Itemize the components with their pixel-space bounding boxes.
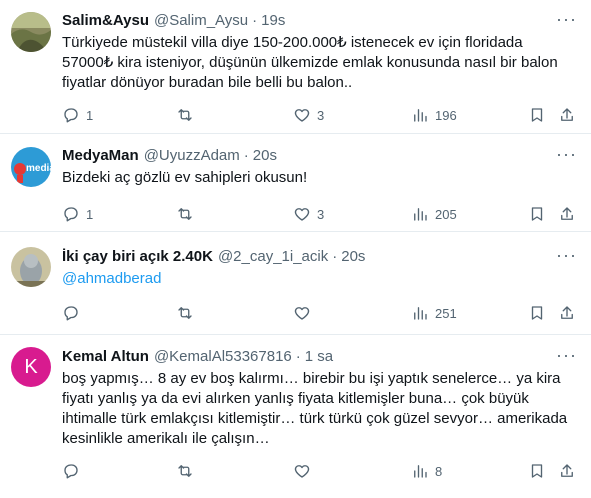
views-button[interactable]: 196 xyxy=(411,106,457,124)
share-button[interactable] xyxy=(558,106,576,124)
share-button[interactable] xyxy=(558,205,576,223)
timestamp[interactable]: 19s xyxy=(261,12,285,29)
separator-dot: · xyxy=(252,12,258,29)
reply-icon xyxy=(64,464,78,479)
reply-icon xyxy=(64,108,78,123)
reply-icon xyxy=(64,207,78,222)
share-icon xyxy=(561,464,573,477)
reply-button[interactable]: 1 xyxy=(62,205,93,223)
like-button[interactable] xyxy=(293,462,317,480)
share-icon xyxy=(561,207,573,220)
avatar-letter: K xyxy=(24,355,38,378)
tweet[interactable]: media MedyaMan @UyuzzAdam · 20s ··· Bizd… xyxy=(0,134,591,232)
share-button[interactable] xyxy=(558,462,576,480)
views-button[interactable]: 205 xyxy=(411,205,457,223)
author-name[interactable]: Kemal Altun xyxy=(62,348,149,365)
share-icon xyxy=(561,108,573,121)
avatar-text: media xyxy=(26,163,51,174)
like-icon xyxy=(294,307,310,320)
like-count: 3 xyxy=(317,206,325,222)
tweet-feed: Salim&Aysu @Salim_Aysu · 19s ··· Türkiye… xyxy=(0,0,591,498)
retweet-button[interactable] xyxy=(176,205,200,223)
tweet-text: boş yapmış… 8 ay ev boş kalırmı… birebir… xyxy=(62,370,568,447)
tweet-text: Bizdeki aç gözlü ev sahipleri okusun! xyxy=(62,169,308,186)
retweet-icon xyxy=(178,465,192,477)
like-button[interactable] xyxy=(293,304,317,322)
tweet[interactable]: K Kemal Altun @KemalAl53367816 · 1 sa ··… xyxy=(0,335,591,498)
views-button[interactable]: 251 xyxy=(411,304,457,322)
like-count: 3 xyxy=(317,107,325,123)
retweet-icon xyxy=(178,307,192,319)
more-icon[interactable]: ··· xyxy=(556,145,577,163)
views-button[interactable]: 8 xyxy=(411,462,442,480)
bookmark-icon xyxy=(531,207,543,221)
author-handle[interactable]: @2_cay_1i_acik xyxy=(218,248,328,265)
views-count: 196 xyxy=(435,107,457,123)
more-icon[interactable]: ··· xyxy=(556,346,577,364)
retweet-button[interactable] xyxy=(176,106,200,124)
like-icon xyxy=(294,465,310,478)
views-count: 251 xyxy=(435,305,457,321)
author-name[interactable]: İki çay biri açık 2.40K xyxy=(62,248,213,265)
separator-dot: · xyxy=(243,147,249,164)
bookmark-icon xyxy=(531,306,543,320)
timestamp[interactable]: 20s xyxy=(341,248,365,265)
reply-count: 1 xyxy=(86,206,94,222)
views-icon xyxy=(414,465,427,478)
mention-link[interactable]: @ahmadberad xyxy=(62,269,577,289)
more-icon[interactable]: ··· xyxy=(556,246,577,264)
retweet-icon xyxy=(178,109,192,121)
like-icon xyxy=(294,109,310,122)
views-icon xyxy=(414,307,427,320)
views-count: 205 xyxy=(435,206,457,222)
more-icon[interactable]: ··· xyxy=(556,10,577,28)
retweet-button[interactable] xyxy=(176,304,200,322)
author-name[interactable]: Salim&Aysu xyxy=(62,12,149,29)
bookmark-button[interactable] xyxy=(528,205,546,223)
retweet-button[interactable] xyxy=(176,462,200,480)
bookmark-icon xyxy=(531,108,543,122)
like-button[interactable]: 3 xyxy=(293,106,324,124)
avatar[interactable] xyxy=(11,12,51,52)
like-button[interactable]: 3 xyxy=(293,205,324,223)
avatar[interactable] xyxy=(11,247,51,287)
author-handle[interactable]: @KemalAl53367816 xyxy=(154,348,292,365)
author-name[interactable]: MedyaMan xyxy=(62,147,139,164)
views-icon xyxy=(414,208,427,221)
avatar[interactable]: K xyxy=(11,347,51,387)
timestamp[interactable]: 1 sa xyxy=(305,348,333,365)
timestamp[interactable]: 20s xyxy=(253,147,277,164)
author-handle[interactable]: @UyuzzAdam xyxy=(144,147,240,164)
bookmark-icon xyxy=(531,464,543,478)
reply-count: 1 xyxy=(86,107,94,123)
reply-button[interactable] xyxy=(62,462,86,480)
share-button[interactable] xyxy=(558,304,576,322)
reply-icon xyxy=(64,306,78,321)
reply-button[interactable] xyxy=(62,304,86,322)
bookmark-button[interactable] xyxy=(528,106,546,124)
tweet-text: Türkiyede müstekil villa diye 150-200.00… xyxy=(62,34,558,91)
views-icon xyxy=(414,109,427,122)
bookmark-button[interactable] xyxy=(528,462,546,480)
share-icon xyxy=(561,306,573,319)
bookmark-button[interactable] xyxy=(528,304,546,322)
tweet[interactable]: Salim&Aysu @Salim_Aysu · 19s ··· Türkiye… xyxy=(0,0,591,134)
author-handle[interactable]: @Salim_Aysu xyxy=(154,12,248,29)
avatar[interactable]: media xyxy=(11,147,51,187)
reply-button[interactable]: 1 xyxy=(62,106,93,124)
separator-dot: · xyxy=(295,348,301,365)
like-icon xyxy=(294,208,310,221)
retweet-icon xyxy=(178,208,192,220)
tweet[interactable]: İki çay biri açık 2.40K @2_cay_1i_acik ·… xyxy=(0,232,591,335)
views-count: 8 xyxy=(435,463,443,479)
separator-dot: · xyxy=(332,248,338,265)
